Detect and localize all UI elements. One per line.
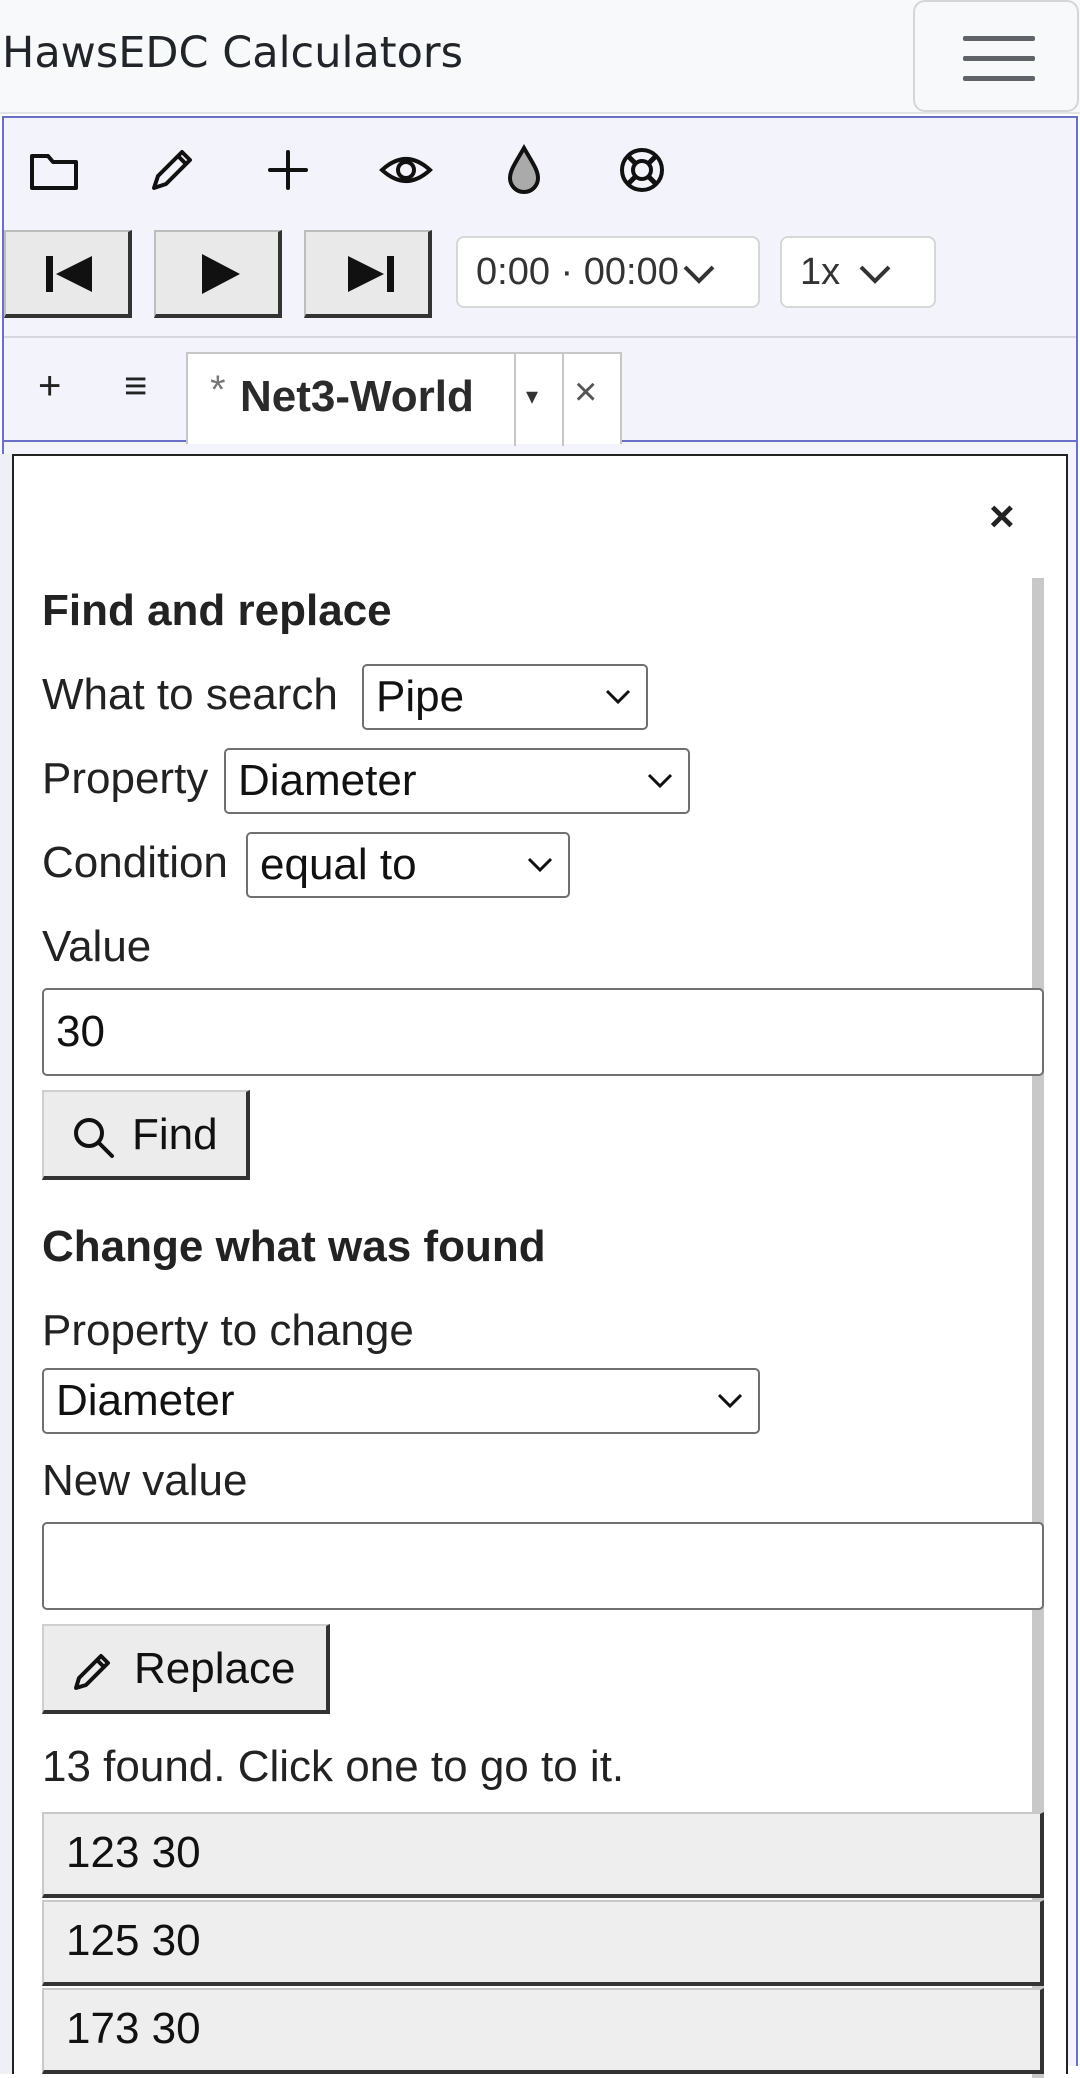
tab-list-button[interactable]: ≡ xyxy=(124,364,147,409)
skip-to-start-icon xyxy=(46,256,92,292)
hamburger-bar xyxy=(963,76,1035,81)
what-to-search-value: Pipe xyxy=(376,672,465,721)
property-to-change-select[interactable]: Diameter xyxy=(42,1368,760,1434)
property-select[interactable]: Diameter xyxy=(224,748,690,814)
condition-label: Condition xyxy=(42,838,228,887)
result-item[interactable]: 125 30 xyxy=(42,1900,1044,1986)
play-icon xyxy=(202,254,240,294)
what-to-search-label: What to search xyxy=(42,670,338,719)
chevron-down-icon xyxy=(605,689,631,705)
tab-divider xyxy=(562,354,564,446)
result-item[interactable]: 123 30 xyxy=(42,1812,1044,1898)
chevron-down-icon xyxy=(527,857,553,873)
chevron-down-icon xyxy=(859,265,891,284)
skip-to-start-button[interactable] xyxy=(4,230,132,318)
speed-select[interactable]: 1x xyxy=(780,236,936,308)
tab-dropdown-button[interactable]: ▾ xyxy=(526,382,538,411)
tab-row: + ≡ * Net3-World ▾ × xyxy=(4,336,1076,446)
app-title: HawsEDC Calculators xyxy=(2,28,463,78)
replace-button[interactable]: Replace xyxy=(42,1624,330,1714)
new-value-input[interactable] xyxy=(42,1522,1044,1610)
hamburger-menu-icon xyxy=(963,36,1035,41)
find-button[interactable]: Find xyxy=(42,1090,250,1180)
property-value: Diameter xyxy=(238,756,417,805)
find-replace-panel: × Find and replace What to search Pipe P… xyxy=(12,454,1068,2078)
hamburger-bar xyxy=(963,56,1035,61)
lifebuoy-icon[interactable] xyxy=(614,142,670,198)
pencil-icon xyxy=(74,1654,110,1690)
skip-to-end-icon xyxy=(348,256,394,292)
panel-close-button[interactable]: × xyxy=(989,492,1015,542)
pencil-icon[interactable] xyxy=(144,142,200,198)
tab-net3-world[interactable]: * Net3-World ▾ × xyxy=(186,352,622,446)
property-to-change-label: Property to change xyxy=(42,1306,414,1355)
hamburger-menu-button[interactable] xyxy=(913,0,1079,112)
droplet-icon[interactable] xyxy=(496,142,552,198)
time-select-value: 0:00 · 00:00 xyxy=(476,251,679,293)
skip-to-end-button[interactable] xyxy=(304,230,432,318)
new-value-label: New value xyxy=(42,1456,248,1505)
value-input[interactable]: 30 xyxy=(42,988,1044,1076)
change-heading: Change what was found xyxy=(42,1222,546,1271)
tab-divider xyxy=(514,354,516,446)
eye-icon[interactable] xyxy=(378,142,434,198)
find-replace-heading: Find and replace xyxy=(42,586,392,635)
condition-select[interactable]: equal to xyxy=(246,832,570,898)
map-view-edge xyxy=(0,454,12,2074)
search-icon xyxy=(74,1118,114,1158)
chevron-down-icon xyxy=(647,773,673,789)
value-label: Value xyxy=(42,922,152,971)
app-header: HawsEDC Calculators xyxy=(0,0,1080,114)
result-item[interactable]: 173 30 xyxy=(42,1988,1044,2074)
replace-button-label: Replace xyxy=(134,1644,296,1693)
find-button-label: Find xyxy=(132,1110,218,1159)
folder-icon[interactable] xyxy=(26,142,82,198)
add-tab-button[interactable]: + xyxy=(38,364,61,409)
time-select[interactable]: 0:00 · 00:00 xyxy=(456,236,760,308)
modified-marker: * xyxy=(210,368,226,412)
tab-title: Net3-World xyxy=(240,372,474,421)
what-to-search-select[interactable]: Pipe xyxy=(362,664,648,730)
results-summary: 13 found. Click one to go to it. xyxy=(42,1742,625,1791)
plus-icon[interactable] xyxy=(260,142,316,198)
toolbar-main xyxy=(4,118,1076,216)
play-button[interactable] xyxy=(154,230,282,318)
tab-close-button[interactable]: × xyxy=(574,370,597,415)
property-to-change-value: Diameter xyxy=(56,1376,235,1425)
property-label: Property xyxy=(42,754,209,803)
chevron-down-icon xyxy=(717,1393,743,1409)
chevron-down-icon xyxy=(683,265,715,284)
condition-value: equal to xyxy=(260,840,417,889)
speed-select-value: 1x xyxy=(800,251,841,293)
